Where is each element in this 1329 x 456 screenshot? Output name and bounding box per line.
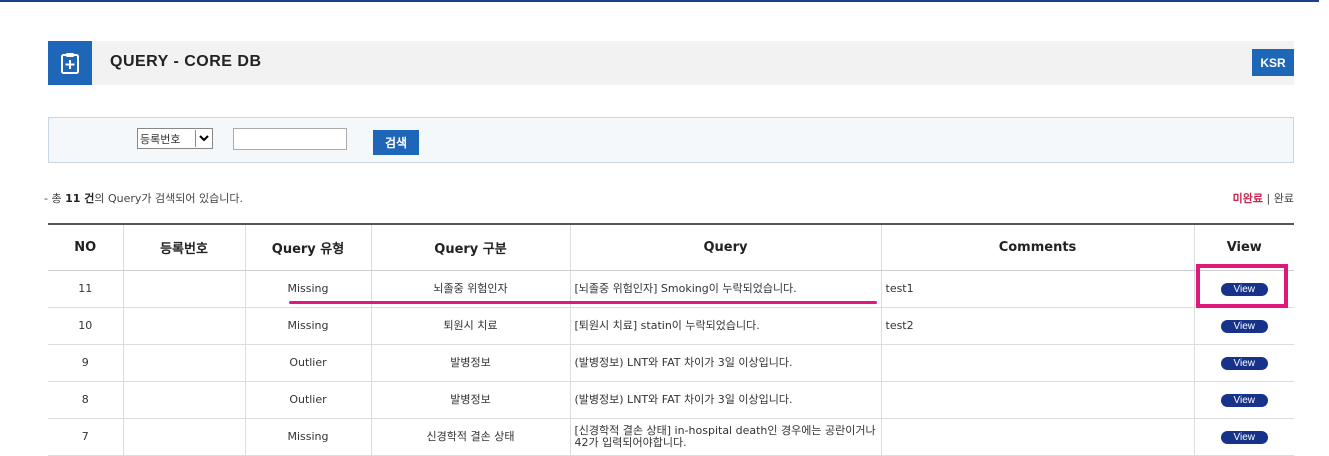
header-registration-number: 등록번호: [122, 224, 245, 271]
search-panel: 등록번호 검색: [48, 117, 1294, 163]
cell-comments: test1: [880, 270, 1194, 308]
status-filter: 미완료 | 완료: [1233, 190, 1294, 206]
chevron-down-icon: [195, 130, 211, 147]
cell-registration-number: [122, 381, 245, 419]
summary-count: 11 건: [65, 192, 95, 205]
cell-no: 7: [48, 418, 123, 456]
view-button[interactable]: View: [1220, 393, 1268, 407]
cell-query-category: 신경학적 결손 상태: [370, 418, 570, 456]
table-row: 7 Missing 신경학적 결손 상태 [신경학적 결손 상태] in-hos…: [48, 418, 1294, 456]
ksr-button[interactable]: KSR: [1252, 49, 1294, 76]
header-no: NO: [48, 224, 123, 271]
cell-query: [퇴원시 치료] statin이 누락되었습니다.: [569, 307, 881, 345]
query-table: NO 등록번호 Query 유형 Query 구분 Query Comments…: [48, 223, 1294, 456]
cell-comments: [880, 381, 1194, 419]
cell-comments: test2: [880, 307, 1194, 345]
cell-no: 11: [48, 270, 123, 308]
cell-view: View: [1193, 418, 1294, 456]
header-comments: Comments: [880, 224, 1194, 271]
page-title: QUERY - CORE DB: [110, 53, 262, 70]
cell-query-type: Missing: [244, 307, 371, 345]
cell-view: View: [1193, 344, 1294, 382]
search-input[interactable]: [233, 128, 347, 150]
view-button[interactable]: View: [1220, 430, 1268, 444]
page-header: QUERY - CORE DB KSR: [48, 41, 1294, 85]
cell-registration-number: [122, 418, 245, 456]
cell-query-category: 퇴원시 치료: [370, 307, 570, 345]
cell-query-type: Outlier: [244, 381, 371, 419]
cell-query-category: 발병정보: [370, 344, 570, 382]
cell-comments: [880, 344, 1194, 382]
cell-query-type: Outlier: [244, 344, 371, 382]
search-field-select[interactable]: 등록번호: [137, 128, 213, 149]
search-button[interactable]: 검색: [373, 130, 419, 155]
header-query: Query: [569, 224, 881, 271]
cell-query-type: Missing: [244, 418, 371, 456]
top-divider: [0, 0, 1319, 2]
cell-query-category: 발병정보: [370, 381, 570, 419]
header-query-category: Query 구분: [370, 224, 570, 271]
cell-query: (발병정보) LNT와 FAT 차이가 3일 이상입니다.: [569, 344, 881, 382]
cell-registration-number: [122, 307, 245, 345]
table-header-row: NO 등록번호 Query 유형 Query 구분 Query Comments…: [48, 224, 1294, 271]
result-summary: - 총 11 건의 Query가 검색되어 있습니다.: [44, 190, 243, 206]
table-row: 9 Outlier 발병정보 (발병정보) LNT와 FAT 차이가 3일 이상…: [48, 344, 1294, 382]
highlight-box: [1196, 264, 1288, 308]
cell-registration-number: [122, 270, 245, 308]
view-button[interactable]: View: [1220, 356, 1268, 370]
cell-registration-number: [122, 344, 245, 382]
cell-no: 10: [48, 307, 123, 345]
summary-suffix: 의 Query가 검색되어 있습니다.: [94, 192, 243, 205]
clipboard-plus-icon: [48, 41, 92, 85]
view-button[interactable]: View: [1220, 319, 1268, 333]
cell-query: [신경학적 결손 상태] in-hospital death인 경우에는 공란이…: [569, 418, 881, 456]
search-field-select-value: 등록번호: [140, 132, 181, 146]
table-row: 10 Missing 퇴원시 치료 [퇴원시 치료] statin이 누락되었습…: [48, 307, 1294, 345]
header-query-type: Query 유형: [244, 224, 371, 271]
cell-comments: [880, 418, 1194, 456]
filter-separator: |: [1266, 192, 1271, 205]
summary-prefix: - 총: [44, 192, 66, 205]
cell-no: 9: [48, 344, 123, 382]
table-row: 8 Outlier 발병정보 (발병정보) LNT와 FAT 차이가 3일 이상…: [48, 381, 1294, 419]
cell-view: View: [1193, 307, 1294, 345]
cell-no: 8: [48, 381, 123, 419]
cell-view: View: [1193, 381, 1294, 419]
filter-complete-link[interactable]: 완료: [1274, 192, 1294, 205]
cell-query: (발병정보) LNT와 FAT 차이가 3일 이상입니다.: [569, 381, 881, 419]
filter-incomplete-link[interactable]: 미완료: [1233, 192, 1263, 205]
highlight-underline: [289, 301, 877, 304]
